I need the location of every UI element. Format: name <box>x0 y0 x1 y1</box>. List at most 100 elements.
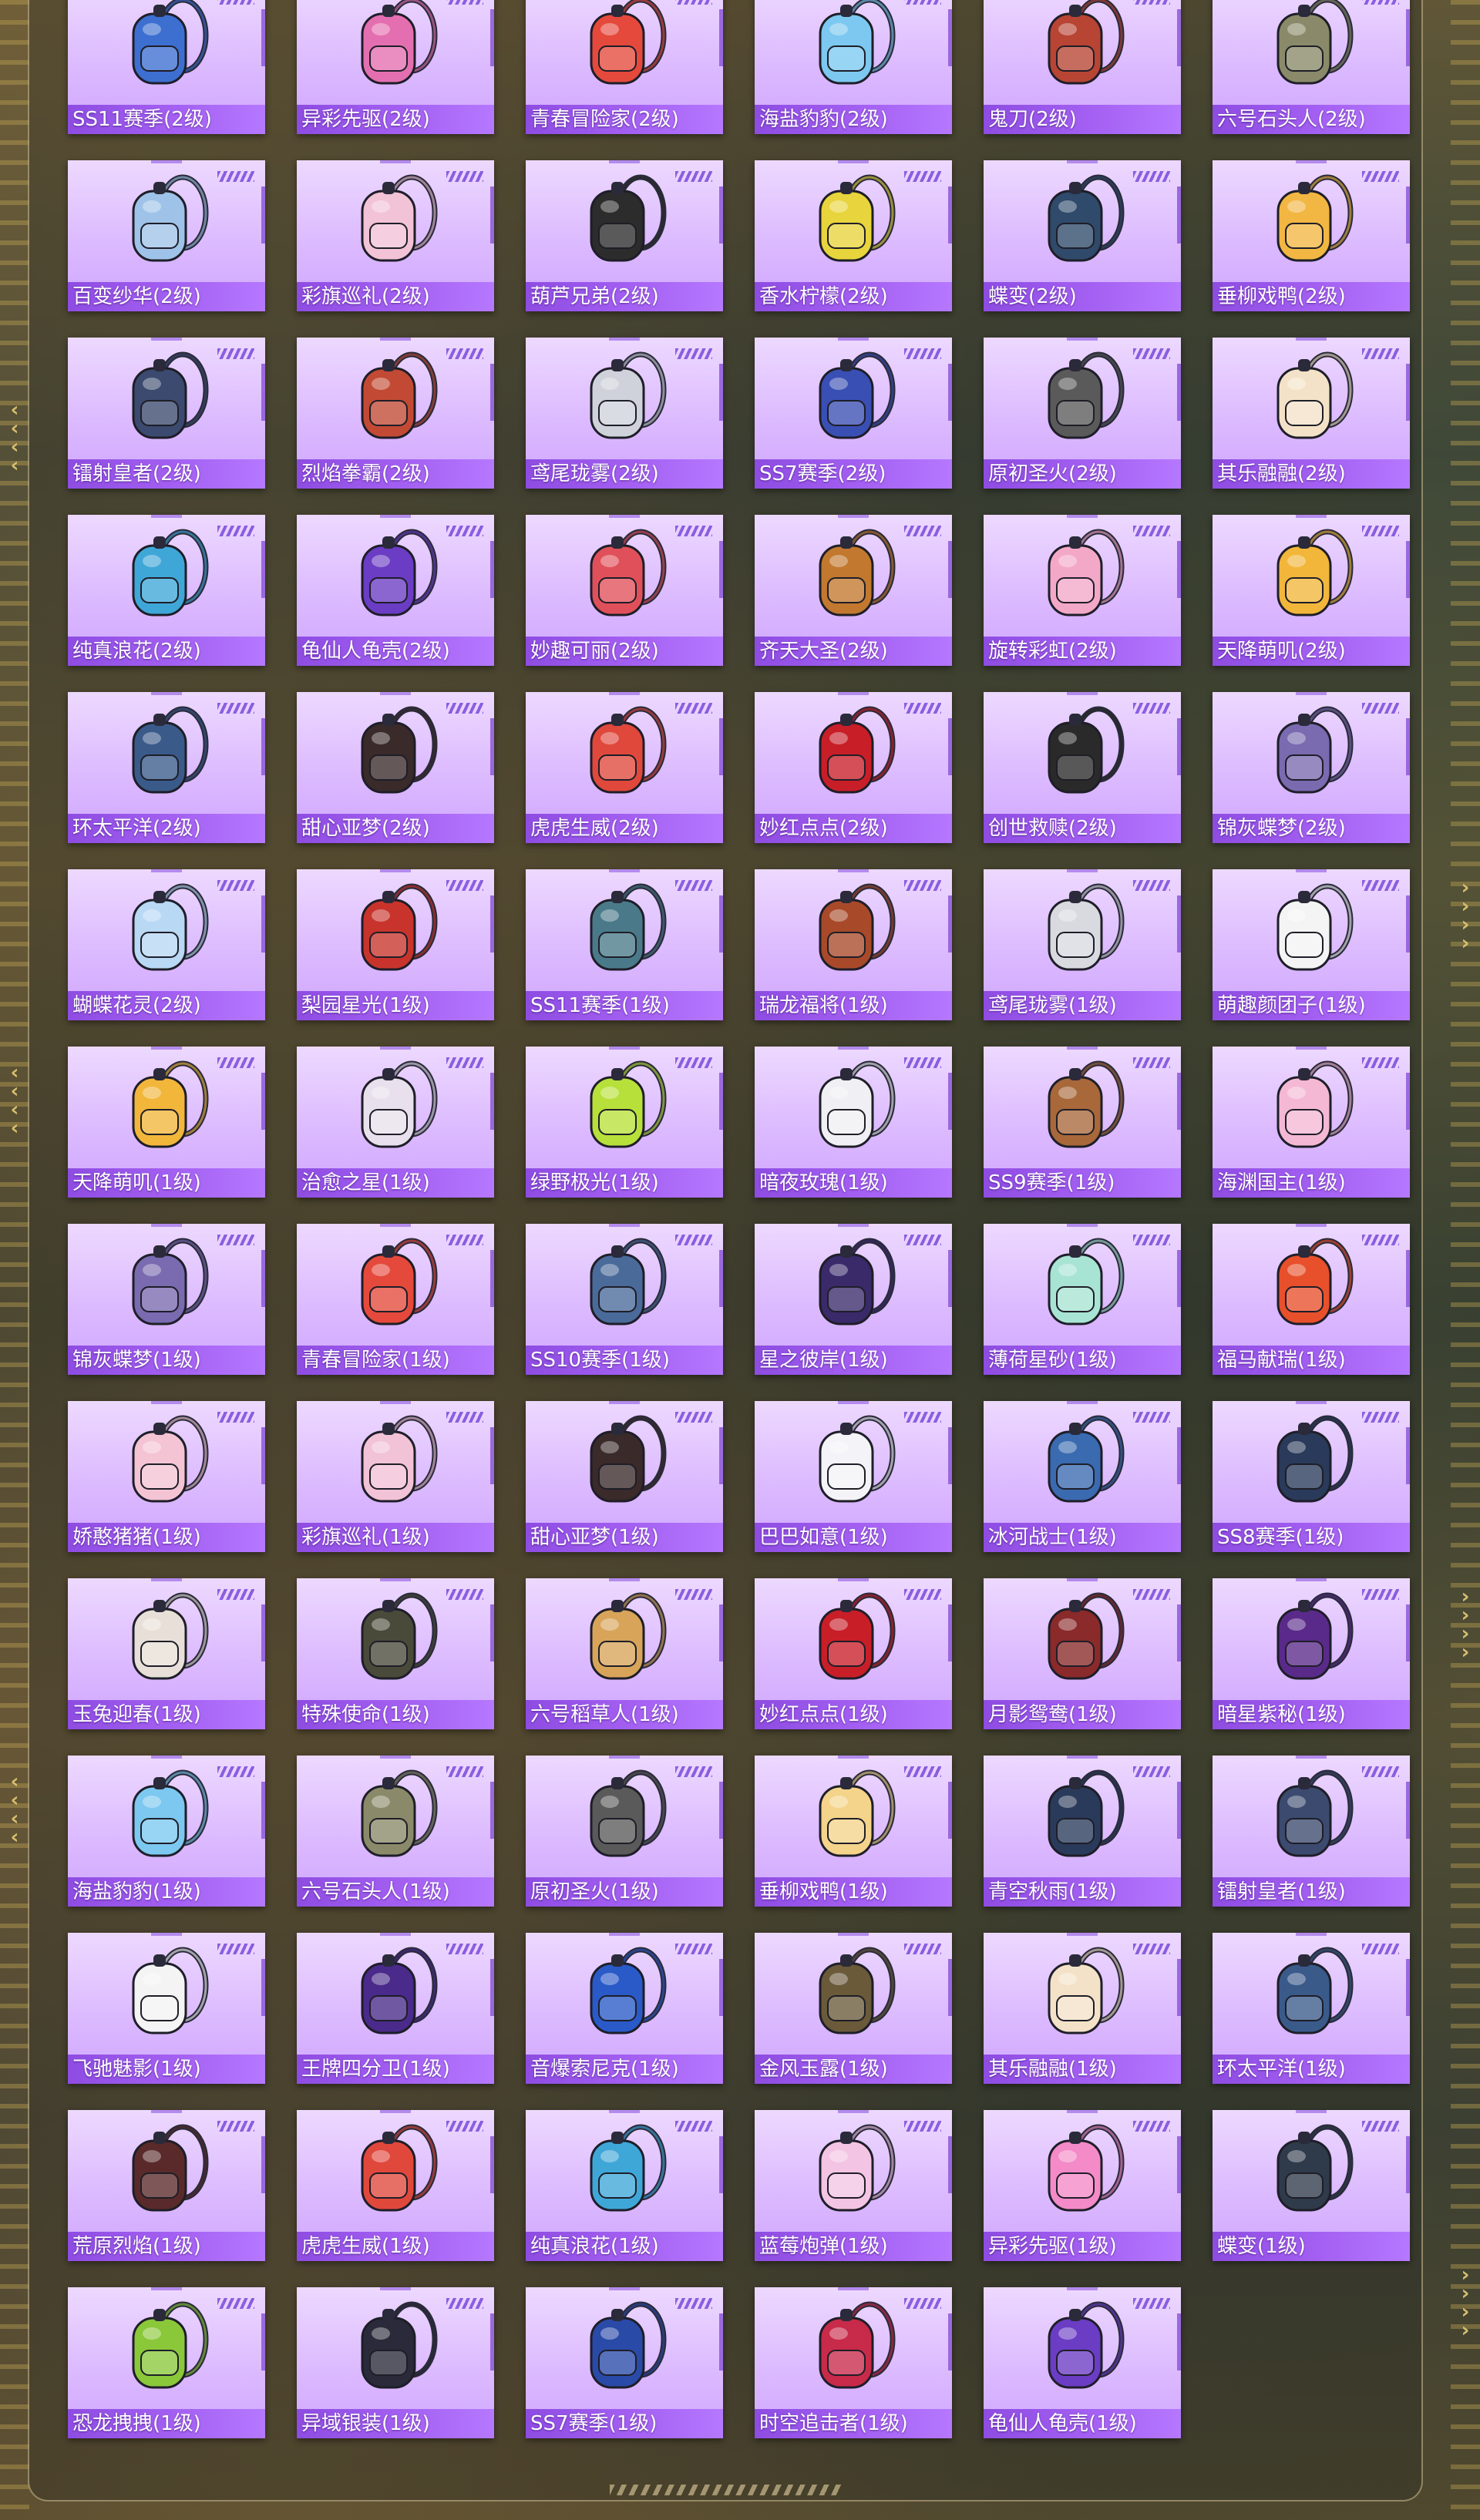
backpack-card[interactable]: 冰河战士(1级) <box>984 1401 1181 1552</box>
backpack-card[interactable]: 薄荷星砂(1级) <box>984 1224 1181 1375</box>
backpack-card[interactable]: 创世救赎(2级) <box>984 692 1181 843</box>
backpack-name-label: 垂柳戏鸭(1级) <box>755 1877 952 1907</box>
backpack-card[interactable]: 鬼刀(2级) <box>984 0 1181 134</box>
backpack-card[interactable]: 海盐豹豹(2级) <box>755 0 952 134</box>
backpack-card[interactable]: 虎虎生威(1级) <box>297 2110 494 2261</box>
backpack-card[interactable]: SS9赛季(1级) <box>984 1047 1181 1198</box>
backpack-card[interactable]: 纯真浪花(2级) <box>68 515 265 666</box>
card-top-tab <box>380 338 411 341</box>
backpack-card[interactable]: 青春冒险家(2级) <box>526 0 723 134</box>
backpack-card[interactable]: 暗星紫秘(1级) <box>1213 1578 1410 1729</box>
backpack-card[interactable]: SS8赛季(1级) <box>1213 1401 1410 1552</box>
backpack-card[interactable]: 原初圣火(1级) <box>526 1756 723 1907</box>
backpack-card[interactable]: 金风玉露(1级) <box>755 1933 952 2084</box>
backpack-card[interactable]: 龟仙人龟壳(2级) <box>297 515 494 666</box>
rarity-stripes-icon <box>1362 1235 1399 1245</box>
backpack-card[interactable]: 玉兔迎春(1级) <box>68 1578 265 1729</box>
backpack-name-label: 妙红点点(2级) <box>755 814 952 843</box>
backpack-icon <box>590 1592 667 1680</box>
rarity-stripes-icon <box>217 703 254 714</box>
backpack-card[interactable]: 虎虎生威(2级) <box>526 692 723 843</box>
backpack-icon <box>132 1060 209 1148</box>
backpack-card[interactable]: 天降萌叽(1级) <box>68 1047 265 1198</box>
backpack-card[interactable]: 蝶变(1级) <box>1213 2110 1410 2261</box>
backpack-card[interactable]: 甜心亚梦(1级) <box>526 1401 723 1552</box>
backpack-card[interactable]: 海盐豹豹(1级) <box>68 1756 265 1907</box>
backpack-card[interactable]: SS10赛季(1级) <box>526 1224 723 1375</box>
backpack-card[interactable]: 异域银装(1级) <box>297 2287 494 2438</box>
backpack-card[interactable]: 彩旗巡礼(2级) <box>297 160 494 311</box>
backpack-card[interactable]: 镭射皇者(2级) <box>68 338 265 489</box>
backpack-card[interactable]: 齐天大圣(2级) <box>755 515 952 666</box>
backpack-card[interactable]: 垂柳戏鸭(1级) <box>755 1756 952 1907</box>
backpack-card[interactable]: 福马献瑞(1级) <box>1213 1224 1410 1375</box>
backpack-card[interactable]: 其乐融融(1级) <box>984 1933 1181 2084</box>
backpack-card[interactable]: 六号石头人(1级) <box>297 1756 494 1907</box>
backpack-card[interactable]: 烈焰拳霸(2级) <box>297 338 494 489</box>
backpack-card[interactable]: 荒原烈焰(1级) <box>68 2110 265 2261</box>
backpack-card[interactable]: 王牌四分卫(1级) <box>297 1933 494 2084</box>
backpack-card[interactable]: 环太平洋(2级) <box>68 692 265 843</box>
backpack-card[interactable]: 音爆索尼克(1级) <box>526 1933 723 2084</box>
backpack-card[interactable]: 青空秋雨(1级) <box>984 1756 1181 1907</box>
backpack-card[interactable]: 葫芦兄弟(2级) <box>526 160 723 311</box>
backpack-card[interactable]: 瑞龙福将(1级) <box>755 869 952 1020</box>
backpack-card[interactable]: 其乐融融(2级) <box>1213 338 1410 489</box>
backpack-card[interactable]: 彩旗巡礼(1级) <box>297 1401 494 1552</box>
backpack-card[interactable]: 镭射皇者(1级) <box>1213 1756 1410 1907</box>
backpack-card[interactable]: 纯真浪花(1级) <box>526 2110 723 2261</box>
backpack-card[interactable]: 暗夜玫瑰(1级) <box>755 1047 952 1198</box>
backpack-card[interactable]: 异彩先驱(2级) <box>297 0 494 134</box>
backpack-name-label: 金风玉露(1级) <box>755 2055 952 2084</box>
backpack-card[interactable]: 蓝莓炮弹(1级) <box>755 2110 952 2261</box>
backpack-name-label: 锦灰蝶梦(2级) <box>1213 814 1410 843</box>
backpack-card[interactable]: 娇憨猪猪(1级) <box>68 1401 265 1552</box>
backpack-card[interactable]: 锦灰蝶梦(2级) <box>1213 692 1410 843</box>
backpack-card[interactable]: 鸢尾珑雾(2级) <box>526 338 723 489</box>
backpack-card[interactable]: 萌趣颜团子(1级) <box>1213 869 1410 1020</box>
backpack-card[interactable]: 妙红点点(2级) <box>755 692 952 843</box>
backpack-card[interactable]: 原初圣火(2级) <box>984 338 1181 489</box>
card-top-tab <box>1067 1047 1098 1050</box>
backpack-card[interactable]: 蝴蝶花灵(2级) <box>68 869 265 1020</box>
backpack-card[interactable]: 恐龙拽拽(1级) <box>68 2287 265 2438</box>
backpack-card[interactable]: 特殊使命(1级) <box>297 1578 494 1729</box>
backpack-card[interactable]: 锦灰蝶梦(1级) <box>68 1224 265 1375</box>
backpack-card[interactable]: 巴巴如意(1级) <box>755 1401 952 1552</box>
backpack-name-label: 彩旗巡礼(2级) <box>297 282 494 311</box>
backpack-card[interactable]: 时空追击者(1级) <box>755 2287 952 2438</box>
backpack-card[interactable]: 龟仙人龟壳(1级) <box>984 2287 1181 2438</box>
backpack-card[interactable]: 旋转彩虹(2级) <box>984 515 1181 666</box>
backpack-card[interactable]: 梨园星光(1级) <box>297 869 494 1020</box>
backpack-card[interactable]: 月影鸳鸯(1级) <box>984 1578 1181 1729</box>
backpack-card[interactable]: SS7赛季(1级) <box>526 2287 723 2438</box>
backpack-name-label: 音爆索尼克(1级) <box>526 2055 723 2084</box>
backpack-card[interactable]: 蝶变(2级) <box>984 160 1181 311</box>
backpack-card[interactable]: 治愈之星(1级) <box>297 1047 494 1198</box>
backpack-card[interactable]: 天降萌叽(2级) <box>1213 515 1410 666</box>
backpack-card[interactable]: 香水柠檬(2级) <box>755 160 952 311</box>
card-top-tab <box>151 338 182 341</box>
backpack-card[interactable]: 妙趣可丽(2级) <box>526 515 723 666</box>
backpack-card[interactable]: 六号稻草人(1级) <box>526 1578 723 1729</box>
backpack-card[interactable]: 青春冒险家(1级) <box>297 1224 494 1375</box>
backpack-name-label: 彩旗巡礼(1级) <box>297 1523 494 1552</box>
backpack-card[interactable]: 甜心亚梦(2级) <box>297 692 494 843</box>
backpack-card[interactable]: 百变纱华(2级) <box>68 160 265 311</box>
backpack-card[interactable]: SS11赛季(1级) <box>526 869 723 1020</box>
backpack-card[interactable]: 海渊国主(1级) <box>1213 1047 1410 1198</box>
backpack-name-label: 星之彼岸(1级) <box>755 1346 952 1375</box>
backpack-card[interactable]: SS7赛季(2级) <box>755 338 952 489</box>
backpack-card[interactable]: SS11赛季(2级) <box>68 0 265 134</box>
backpack-card[interactable]: 妙红点点(1级) <box>755 1578 952 1729</box>
backpack-card[interactable]: 环太平洋(1级) <box>1213 1933 1410 2084</box>
backpack-card[interactable]: 六号石头人(2级) <box>1213 0 1410 134</box>
backpack-card[interactable]: 星之彼岸(1级) <box>755 1224 952 1375</box>
backpack-card[interactable]: 飞驰魅影(1级) <box>68 1933 265 2084</box>
backpack-name-label: 其乐融融(1级) <box>984 2055 1181 2084</box>
backpack-card[interactable]: 鸢尾珑雾(1级) <box>984 869 1181 1020</box>
backpack-card[interactable]: 绿野极光(1级) <box>526 1047 723 1198</box>
backpack-card[interactable]: 异彩先驱(1级) <box>984 2110 1181 2261</box>
backpack-card[interactable]: 垂柳戏鸭(2级) <box>1213 160 1410 311</box>
backpack-name-label: 其乐融融(2级) <box>1213 459 1410 489</box>
